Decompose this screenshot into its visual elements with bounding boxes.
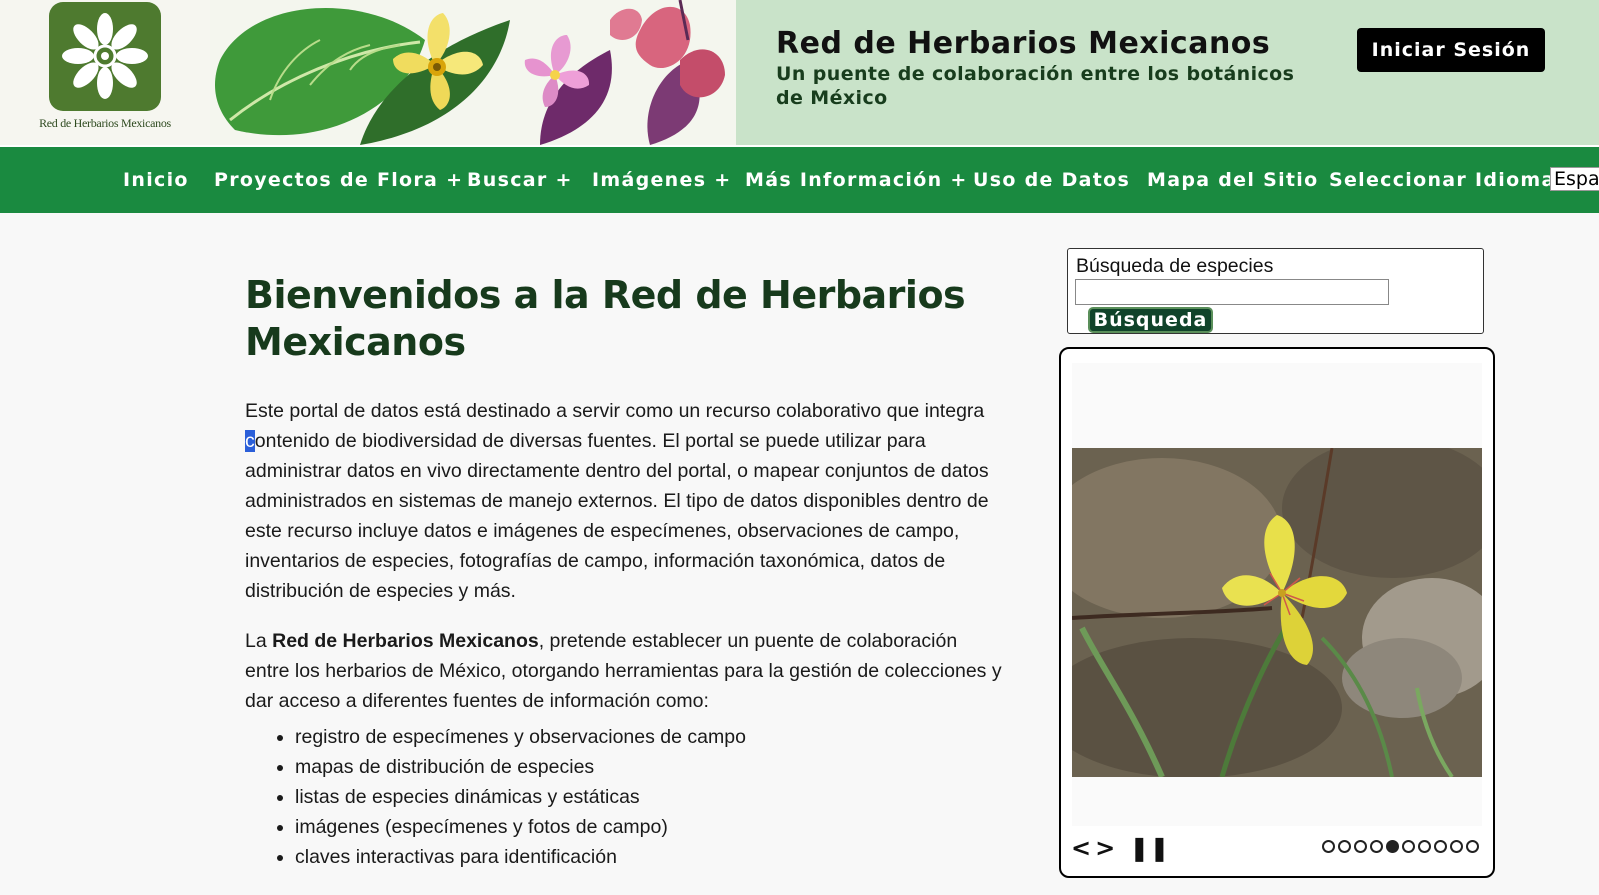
botanical-banner-image — [210, 0, 736, 145]
slide-photo-yellow-flower[interactable] — [1072, 448, 1482, 777]
slideshow-dot[interactable] — [1434, 840, 1447, 853]
mission-paragraph: La Red de Herbarios Mexicanos, pretende … — [245, 626, 1005, 716]
site-subtitle: Un puente de colaboración entre los botá… — [776, 63, 1295, 109]
intro-text-start: Este portal de datos está destinado a se… — [245, 400, 985, 422]
slideshow-dot[interactable] — [1322, 840, 1335, 853]
list-item: claves interactivas para identificación — [295, 842, 746, 872]
slideshow-controls: < > ❚❚ — [1071, 834, 1173, 862]
next-arrow-icon[interactable]: > — [1095, 834, 1115, 862]
intro-paragraph: Este portal de datos está destinado a se… — [245, 396, 1005, 606]
species-search-label: Búsqueda de especies — [1076, 255, 1274, 277]
main-nav: Inicio Proyectos de Flora + Buscar + Imá… — [0, 147, 1599, 213]
mission-network-name: Red de Herbarios Mexicanos — [272, 630, 539, 652]
list-item: registro de especímenes y observaciones … — [295, 722, 746, 752]
search-button[interactable]: Búsqueda — [1088, 307, 1213, 333]
slide-frame — [1072, 363, 1482, 826]
logo-caption: Red de Herbarios Mexicanos — [39, 116, 171, 130]
text-cursor-highlight: c — [245, 430, 255, 452]
nav-item-inicio[interactable]: Inicio — [123, 147, 189, 213]
species-search-input[interactable] — [1075, 279, 1389, 305]
list-item: imágenes (especímenes y fotos de campo) — [295, 812, 746, 842]
list-item: listas de especies dinámicas y estáticas — [295, 782, 746, 812]
slideshow-dot[interactable] — [1354, 840, 1367, 853]
slideshow-dot[interactable] — [1450, 840, 1463, 853]
nav-item-proyectos-de-flora[interactable]: Proyectos de Flora + — [214, 147, 463, 213]
flower-logo-icon — [49, 2, 161, 111]
slideshow-dots — [1322, 840, 1479, 853]
slideshow-dot[interactable] — [1370, 840, 1383, 853]
mission-prefix: La — [245, 630, 273, 652]
image-slideshow: < > ❚❚ — [1059, 347, 1495, 878]
language-select[interactable]: Español — [1550, 167, 1599, 191]
page-title: Bienvenidos a la Red de Herbarios Mexica… — [245, 273, 966, 364]
pause-icon[interactable]: ❚❚ — [1129, 834, 1169, 862]
site-title: Red de Herbarios Mexicanos — [776, 26, 1271, 61]
language-label: Seleccionar Idioma: — [1329, 169, 1565, 191]
species-search-box: Búsqueda de especies Búsqueda — [1067, 248, 1484, 334]
prev-arrow-icon[interactable]: < — [1071, 834, 1091, 862]
nav-item-mas-informacion[interactable]: Más Información + — [745, 147, 968, 213]
nav-item-imagenes[interactable]: Imágenes + — [592, 147, 731, 213]
slideshow-dot[interactable] — [1466, 840, 1479, 853]
login-button[interactable]: Iniciar Sesión — [1357, 28, 1545, 72]
slideshow-dot[interactable] — [1418, 840, 1431, 853]
intro-text-end: ontenido de biodiversidad de diversas fu… — [245, 430, 989, 602]
nav-item-buscar[interactable]: Buscar + — [467, 147, 573, 213]
site-header: Red de Herbarios Mexicanos Red de Herbar… — [0, 0, 1599, 147]
slideshow-dot[interactable] — [1402, 840, 1415, 853]
logo[interactable]: Red de Herbarios Mexicanos — [0, 0, 210, 145]
list-item: mapas de distribución de especies — [295, 752, 746, 782]
nav-item-uso-de-datos[interactable]: Uso de Datos — [973, 147, 1130, 213]
nav-item-mapa-del-sitio[interactable]: Mapa del Sitio — [1147, 147, 1318, 213]
feature-list: registro de especímenes y observaciones … — [270, 722, 746, 872]
slideshow-dot[interactable] — [1386, 840, 1399, 853]
slideshow-dot[interactable] — [1338, 840, 1351, 853]
